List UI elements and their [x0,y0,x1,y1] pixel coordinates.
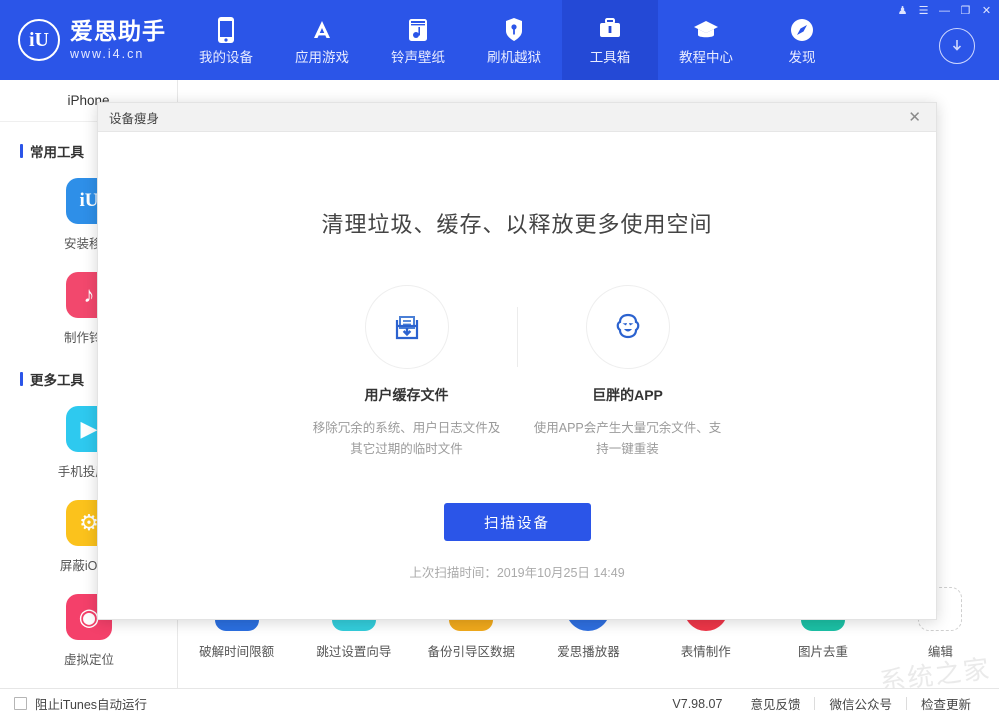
option-description: 移除冗余的系统、用户日志文件及其它过期的临时文件 [312,418,502,459]
nav-label: 发现 [789,51,816,65]
nav-label: 铃声壁纸 [391,51,445,65]
dialog-title: 设备瘦身 [109,108,159,127]
option-title: 巨胖的APP [592,385,663,405]
logo-title: 爱思助手 [70,20,166,43]
version-label: V7.98.07 [658,697,736,711]
nav-item-apps-games[interactable]: 应用游戏 [274,0,370,80]
nav-label: 我的设备 [199,51,253,65]
close-icon[interactable]: ✕ [904,108,925,127]
logo-subtitle: www.i4.cn [70,48,166,61]
menu-icon[interactable]: ☰ [913,2,934,19]
option-huge-apps[interactable]: 巨胖的APP 使用APP会产生大量冗余文件、支持一键重装 [518,285,738,459]
status-bar-links: V7.98.07 意见反馈 微信公众号 检查更新 [658,694,985,713]
appstore-icon [308,16,336,44]
app-header: iU 爱思助手 www.i4.cn 我的设备 应用游戏 [0,0,999,80]
toolbox-icon [597,16,623,44]
cleanup-options: 用户缓存文件 移除冗余的系统、用户日志文件及其它过期的临时文件 巨胖的APP [98,285,936,459]
nav-label: 工具箱 [590,51,631,65]
sidebar-group-label: 更多工具 [30,369,84,389]
scan-device-button[interactable]: 扫描设备 [444,503,591,541]
close-icon[interactable]: ✕ [976,2,997,19]
logo-mark-icon: iU [18,19,60,61]
option-description: 使用APP会产生大量冗余文件、支持一键重装 [533,418,723,459]
nav-item-tutorial-center[interactable]: 教程中心 [658,0,754,80]
nav-label: 应用游戏 [295,51,349,65]
wechat-official-link[interactable]: 微信公众号 [815,694,906,713]
phone-icon [216,16,236,44]
pin-icon[interactable]: ♟ [892,2,913,19]
graduation-cap-icon [692,16,720,44]
compass-icon [788,16,816,44]
nav-item-discover[interactable]: 发现 [754,0,850,80]
itunes-block-option[interactable]: 阻止iTunes自动运行 [14,694,147,713]
app-window: iU 爱思助手 www.i4.cn 我的设备 应用游戏 [0,0,999,718]
itunes-block-label: 阻止iTunes自动运行 [35,694,147,713]
fat-face-icon [586,285,670,369]
music-note-icon [405,16,431,44]
window-controls: ♟ ☰ — ❐ ✕ [892,2,997,19]
dialog-heading: 清理垃圾、缓存、以释放更多使用空间 [98,207,936,239]
nav-item-ringtones-wallpapers[interactable]: 铃声壁纸 [370,0,466,80]
shield-key-icon [503,16,525,44]
nav-label: 教程中心 [679,51,733,65]
device-slimming-dialog: 设备瘦身 ✕ 清理垃圾、缓存、以释放更多使用空间 [97,102,937,620]
dialog-body: 清理垃圾、缓存、以释放更多使用空间 用户缓存文件 [98,207,936,694]
option-user-cache-files[interactable]: 用户缓存文件 移除冗余的系统、用户日志文件及其它过期的临时文件 [297,285,517,459]
check-update-link[interactable]: 检查更新 [907,694,985,713]
nav-item-my-device[interactable]: 我的设备 [178,0,274,80]
inbox-download-icon [365,285,449,369]
maximize-icon[interactable]: ❐ [955,2,976,19]
itunes-block-checkbox[interactable] [14,697,27,710]
main-nav: 我的设备 应用游戏 铃声壁纸 刷机越狱 [178,0,850,80]
minimize-icon[interactable]: — [934,2,955,19]
feedback-link[interactable]: 意见反馈 [736,694,814,713]
download-circle-icon[interactable] [939,28,975,64]
option-title: 用户缓存文件 [365,385,449,405]
last-scan-time: 上次扫描时间：2019年10月25日 14:49 [98,562,936,581]
nav-item-toolbox[interactable]: 工具箱 [562,0,658,80]
nav-label: 刷机越狱 [487,51,541,65]
sidebar-group-label: 常用工具 [30,141,84,161]
app-logo: iU 爱思助手 www.i4.cn [0,0,178,80]
dialog-titlebar: 设备瘦身 ✕ [98,103,936,132]
status-bar: 阻止iTunes自动运行 V7.98.07 意见反馈 微信公众号 检查更新 [0,688,999,718]
nav-item-flash-jailbreak[interactable]: 刷机越狱 [466,0,562,80]
